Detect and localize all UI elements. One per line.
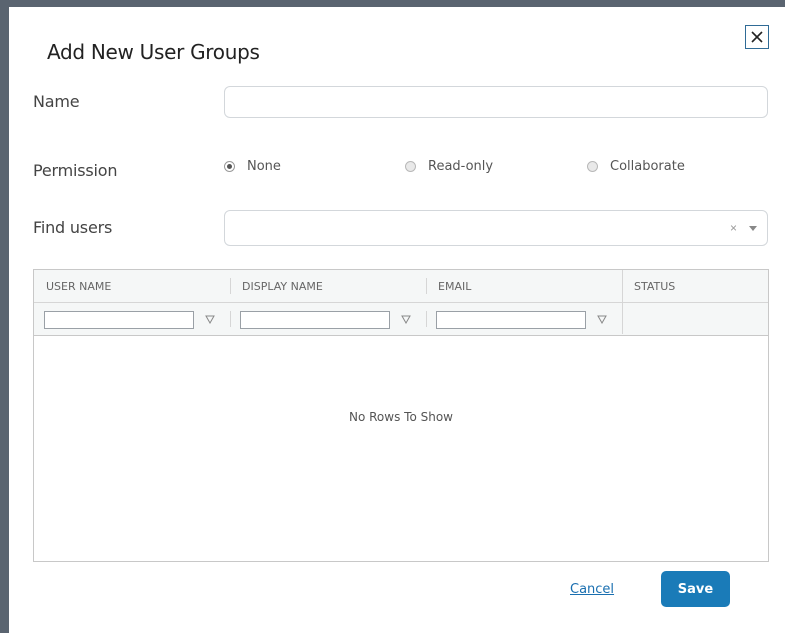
dialog-title: Add New User Groups <box>47 40 260 64</box>
clear-icon[interactable]: × <box>730 221 737 235</box>
filter-icon[interactable] <box>401 315 411 324</box>
permission-option-collaborate[interactable]: Collaborate <box>587 159 685 174</box>
permission-option-label: None <box>247 159 281 174</box>
cancel-link[interactable]: Cancel <box>570 582 614 597</box>
column-separator[interactable] <box>426 278 427 294</box>
grid-filter-row <box>34 303 768 336</box>
email-filter-input[interactable] <box>436 311 586 329</box>
column-header-user-name[interactable]: USER NAME <box>46 280 111 293</box>
users-grid: USER NAME DISPLAY NAME EMAIL STATUS No R… <box>33 269 769 562</box>
user-name-filter-input[interactable] <box>44 311 194 329</box>
permission-option-label: Read-only <box>428 159 494 174</box>
radio-unchecked-icon <box>405 161 416 172</box>
column-separator <box>426 311 427 327</box>
dropdown-arrow-icon[interactable] <box>749 226 757 231</box>
find-users-label: Find users <box>33 218 113 237</box>
permission-option-none[interactable]: None <box>224 159 281 174</box>
column-separator <box>230 311 231 327</box>
close-icon <box>751 31 763 43</box>
name-input[interactable] <box>224 86 768 118</box>
status-column-divider <box>622 270 623 334</box>
column-separator[interactable] <box>230 278 231 294</box>
grid-empty-message: No Rows To Show <box>349 410 453 424</box>
grid-header: USER NAME DISPLAY NAME EMAIL STATUS <box>34 270 768 303</box>
find-users-select[interactable]: × <box>224 210 768 246</box>
filter-icon[interactable] <box>205 315 215 324</box>
permission-label: Permission <box>33 161 118 180</box>
name-label: Name <box>33 92 80 111</box>
permission-option-read-only[interactable]: Read-only <box>405 159 493 174</box>
save-button[interactable]: Save <box>661 571 730 607</box>
display-name-filter-input[interactable] <box>240 311 390 329</box>
column-header-email[interactable]: EMAIL <box>438 280 471 293</box>
permission-option-label: Collaborate <box>610 159 685 174</box>
close-button[interactable] <box>745 25 769 49</box>
radio-unchecked-icon <box>587 161 598 172</box>
radio-checked-icon <box>224 161 235 172</box>
column-header-display-name[interactable]: DISPLAY NAME <box>242 280 323 293</box>
add-user-groups-dialog: Add New User Groups Name Permission None… <box>9 7 785 633</box>
column-header-status[interactable]: STATUS <box>634 280 675 293</box>
filter-icon[interactable] <box>597 315 607 324</box>
